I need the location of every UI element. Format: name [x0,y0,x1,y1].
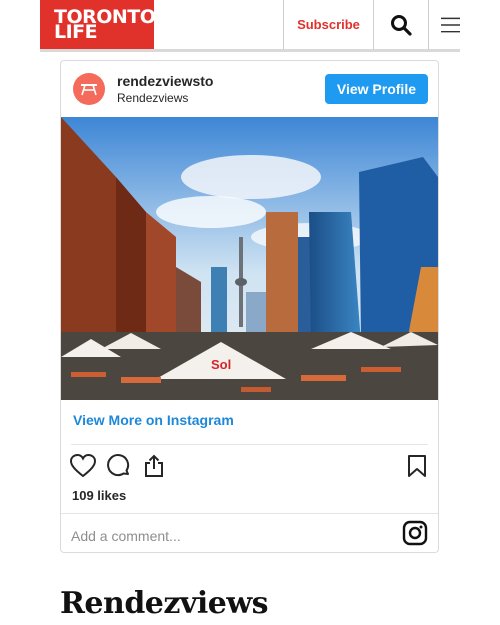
username[interactable]: rendezviewsto [117,73,325,90]
save-button[interactable] [407,454,427,478]
avatar[interactable] [73,73,105,105]
article-title: Rendezviews [60,586,269,621]
instagram-embed: rendezviewsto Rendezviews View Profile S… [60,60,439,553]
post-actions [61,445,438,487]
site-header: TORONTO LIFE Subscribe [40,0,460,52]
search-icon [391,14,412,36]
display-name: Rendezviews [117,90,189,105]
likes-count[interactable]: 109 likes [61,487,438,511]
comment-row [61,513,438,557]
comment-input[interactable] [71,527,402,544]
instagram-icon [402,520,428,546]
view-profile-button[interactable]: View Profile [324,74,428,104]
menu-button[interactable] [428,0,460,49]
picnic-table-icon [81,84,97,96]
svg-text:Sol: Sol [211,357,231,372]
like-button[interactable] [70,454,96,478]
bookmark-icon [408,455,426,477]
post-photo[interactable]: Sol [61,117,438,400]
embed-header: rendezviewsto Rendezviews View Profile [61,61,438,117]
site-logo[interactable]: TORONTO LIFE [40,0,156,49]
search-button[interactable] [373,0,428,49]
subscribe-button[interactable]: Subscribe [283,0,373,49]
header-spacer [154,0,283,49]
logo-line-2: LIFE [54,20,98,43]
user-info: rendezviewsto Rendezviews [117,73,325,106]
view-more-on-instagram-link[interactable]: View More on Instagram [61,400,438,444]
comment-button[interactable] [107,454,131,478]
hamburger-menu-icon [441,17,460,32]
instagram-link[interactable] [402,520,428,551]
share-button[interactable] [142,454,166,478]
heart-icon [70,454,96,478]
share-icon [145,454,163,477]
comment-icon [107,454,130,477]
